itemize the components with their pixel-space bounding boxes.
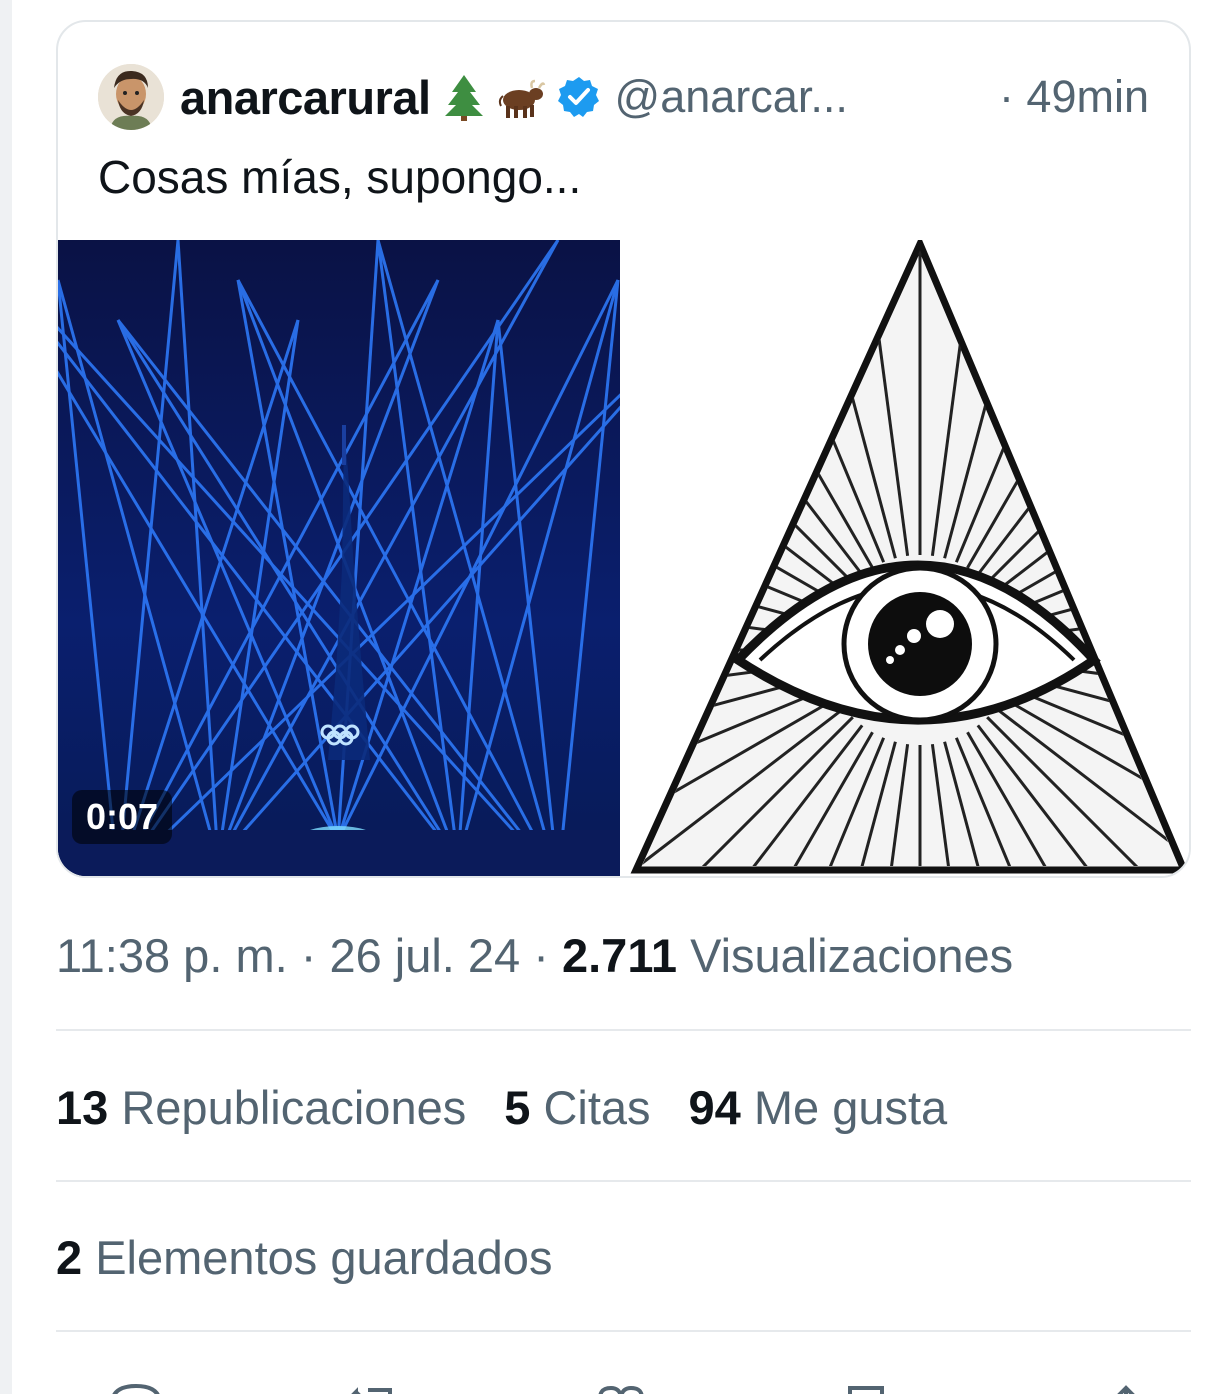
display-name[interactable]: anarcarural	[180, 70, 431, 125]
reply-icon[interactable]	[106, 1374, 166, 1394]
bookmarks-label: Elementos guardados	[95, 1231, 553, 1284]
quoted-tweet-header: anarcarural @anarcar... · 49min	[98, 64, 1149, 130]
verified-badge-icon	[557, 75, 601, 119]
engagement-stats: 13 Republicaciones 5 Citas 94 Me gusta	[56, 1080, 985, 1135]
divider	[56, 1180, 1191, 1182]
left-edge-strip	[0, 0, 12, 1394]
post-time[interactable]: · 49min	[999, 71, 1149, 123]
quotes-count: 5	[504, 1081, 531, 1134]
ox-icon	[497, 72, 547, 122]
bookmark-icon[interactable]	[836, 1374, 896, 1394]
post-timestamp[interactable]: 11:38 p. m.	[56, 929, 288, 982]
quoted-tweet-text: Cosas mías, supongo...	[98, 151, 582, 203]
divider	[56, 1029, 1191, 1031]
quotes-label: Citas	[543, 1081, 651, 1134]
action-bar	[56, 1374, 1191, 1394]
likes-label: Me gusta	[753, 1081, 948, 1134]
share-icon[interactable]	[1096, 1374, 1156, 1394]
quotes-stat[interactable]: 5 Citas	[504, 1080, 650, 1135]
bookmarks-count: 2	[56, 1231, 83, 1284]
likes-count: 94	[688, 1081, 741, 1134]
handle[interactable]: @anarcar...	[615, 71, 848, 123]
likes-stat[interactable]: 94 Me gusta	[689, 1080, 948, 1135]
eye-pyramid-image[interactable]	[628, 240, 1189, 876]
reposts-stat[interactable]: 13 Republicaciones	[56, 1080, 466, 1135]
reposts-count: 13	[56, 1081, 109, 1134]
video-duration-badge: 0:07	[72, 790, 173, 844]
views-count: 2.711	[561, 929, 678, 982]
avatar[interactable]	[98, 64, 164, 130]
bookmarks-stat[interactable]: 2 Elementos guardados	[56, 1230, 552, 1285]
meta-separator: ·	[520, 929, 562, 982]
video-thumbnail[interactable]: 0:07	[58, 240, 620, 876]
evergreen-tree-icon	[439, 72, 489, 122]
views-label[interactable]: Visualizaciones	[690, 929, 1013, 982]
meta-separator: ·	[287, 929, 330, 982]
divider	[56, 1330, 1191, 1332]
like-icon[interactable]	[591, 1374, 651, 1394]
post-date[interactable]: 26 jul. 24	[329, 929, 520, 982]
media-grid: 0:07	[58, 240, 1189, 876]
reposts-label: Republicaciones	[121, 1081, 467, 1134]
repost-icon[interactable]	[346, 1374, 406, 1394]
quoted-tweet-card[interactable]: anarcarural @anarcar... · 49min Cosas mí…	[56, 20, 1191, 878]
post-meta-line: 11:38 p. m. · 26 jul. 24 · 2.711 Visuali…	[56, 928, 1013, 983]
